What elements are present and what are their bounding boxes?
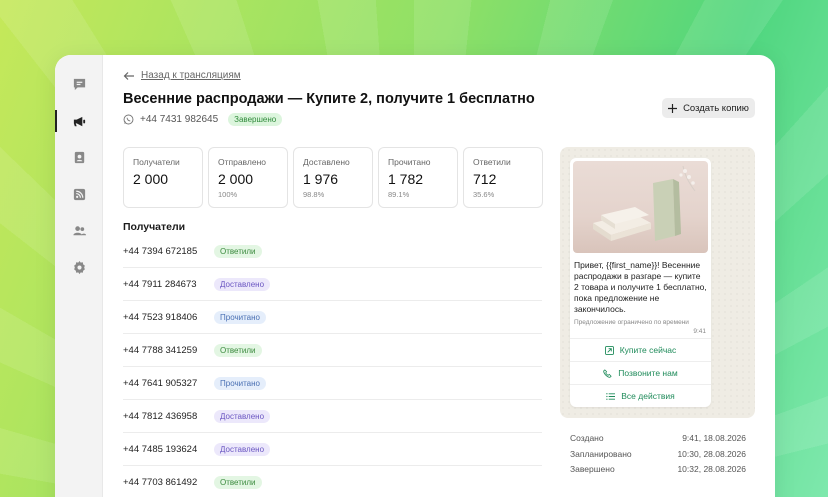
stat-percent: 89.1% [388,190,410,199]
recipient-phone: +44 7641 905327 [123,377,198,389]
table-row[interactable]: +44 7788 341259 Ответили [123,334,542,367]
action-all-actions[interactable]: Все действия [570,384,711,407]
timeline-row: Создано 9:41, 18.08.2026 [570,433,746,449]
back-link-label: Назад к трансляциям [141,70,241,81]
gear-icon [73,260,85,274]
timeline-value: 10:32, 28.08.2026 [677,464,746,474]
timeline-label: Запланировано [570,448,632,459]
megaphone-icon [73,116,85,126]
timeline-row: Запланировано 10:30, 28.08.2026 [570,449,746,465]
status-badge: Доставлено [214,277,271,291]
stat-percent: 100% [218,190,238,199]
status-badge: Доставлено [214,409,271,423]
status-badge: Завершено [228,113,283,126]
stat-label: Доставлено [303,157,350,167]
page-title: Весенние распродажи — Купите 2, получите… [123,91,535,107]
nav-settings[interactable] [55,254,103,280]
action-buy-now[interactable]: Купите сейчас [570,338,711,361]
users-icon [72,225,86,235]
recipient-phone: +44 7485 193624 [123,443,198,455]
whatsapp-icon [123,114,134,125]
recipient-phone: +44 7523 918406 [123,311,198,323]
timeline-value: 9:41, 18.08.2026 [682,433,746,443]
recipient-phone: +44 7703 861492 [123,476,198,488]
arrow-left-icon [123,71,134,80]
product-illustration [593,165,696,241]
status-badge: Ответили [214,475,262,489]
create-copy-label: Создать копию [683,102,749,114]
table-row[interactable]: +44 7523 918406 Прочитано [123,301,542,334]
timeline-label: Создано [570,433,604,443]
app-window: Назад к трансляциям Весенние распродажи … [55,55,775,497]
timeline-label: Завершено [570,464,615,474]
external-link-icon [604,345,614,355]
stat-card-read: Прочитано 1 782 89.1% [378,147,458,208]
stats-row: Получатели 2 000 Отправлено 2 000 100% Д… [123,147,543,208]
stat-value: 1 782 [388,171,424,187]
stat-card-delivered: Доставлено 1 976 98.8% [293,147,373,208]
sender-phone: +44 7431 982645 [140,114,219,125]
stat-label: Получатели [133,157,180,167]
nav-contacts[interactable] [55,144,103,170]
phone-icon [603,368,612,378]
rss-icon [73,188,85,200]
stat-value: 1 976 [303,171,339,187]
stat-label: Ответили [473,157,511,167]
table-row[interactable]: +44 7812 436958 Доставлено [123,400,542,433]
chat-icon [73,78,85,90]
stat-label: Отправлено [218,157,266,167]
product-image [573,161,708,253]
message-bubble: Привет, {{first_name}}! Весенние распрод… [570,158,711,407]
action-call-us[interactable]: Позвоните нам [570,361,711,384]
recipient-phone: +44 7788 341259 [123,344,198,356]
nav-broadcasts[interactable] [55,108,103,134]
recipient-phone: +44 7911 284673 [123,278,197,290]
message-text: Привет, {{first_name}}! Весенние распрод… [574,260,707,314]
recipients-list: +44 7394 672185 Ответили +44 7911 284673… [123,235,542,497]
action-label: Все действия [621,391,675,401]
action-label: Купите сейчас [619,345,677,355]
main-content: Назад к трансляциям Весенние распродажи … [123,55,775,497]
recipients-title: Получатели [123,221,186,233]
stat-label: Прочитано [388,157,431,167]
nav-chat[interactable] [55,71,103,97]
status-badge: Ответили [214,343,262,357]
action-label: Позвоните нам [618,368,678,378]
stat-card-replied: Ответили 712 35.6% [463,147,543,208]
list-icon [606,392,616,400]
table-row[interactable]: +44 7641 905327 Прочитано [123,367,542,400]
contacts-icon [74,151,84,163]
stat-value: 2 000 [133,171,169,187]
message-footer: Предложение ограничено по времени [574,319,689,326]
nav-feeds[interactable] [55,181,103,207]
create-copy-button[interactable]: Создать копию [662,98,755,118]
stat-percent: 35.6% [473,190,495,199]
nav-users[interactable] [55,217,103,243]
stat-value: 712 [473,171,497,187]
stat-card-recipients: Получатели 2 000 [123,147,203,208]
timeline: Создано 9:41, 18.08.2026 Запланировано 1… [570,433,746,480]
sidebar [55,55,103,497]
message-time: 9:41 [693,328,706,335]
stat-percent: 98.8% [303,190,325,199]
plus-icon [668,103,678,113]
table-row[interactable]: +44 7703 861492 Ответили [123,466,542,497]
table-row[interactable]: +44 7911 284673 Доставлено [123,268,542,301]
status-badge: Прочитано [214,376,266,390]
table-row[interactable]: +44 7394 672185 Ответили [123,235,542,268]
status-badge: Ответили [214,244,262,258]
stat-card-sent: Отправлено 2 000 100% [208,147,288,208]
recipient-phone: +44 7394 672185 [123,245,198,257]
message-preview: Привет, {{first_name}}! Весенние распрод… [560,147,755,418]
recipient-phone: +44 7812 436958 [123,410,198,422]
back-link[interactable]: Назад к трансляциям [123,70,241,81]
stat-value: 2 000 [218,171,254,187]
timeline-row: Завершено 10:32, 28.08.2026 [570,464,746,480]
timeline-value: 10:30, 28.08.2026 [677,448,746,459]
table-row[interactable]: +44 7485 193624 Доставлено [123,433,542,466]
status-badge: Доставлено [214,442,271,456]
broadcast-meta: +44 7431 982645 Завершено [123,113,283,126]
status-badge: Прочитано [214,310,266,324]
